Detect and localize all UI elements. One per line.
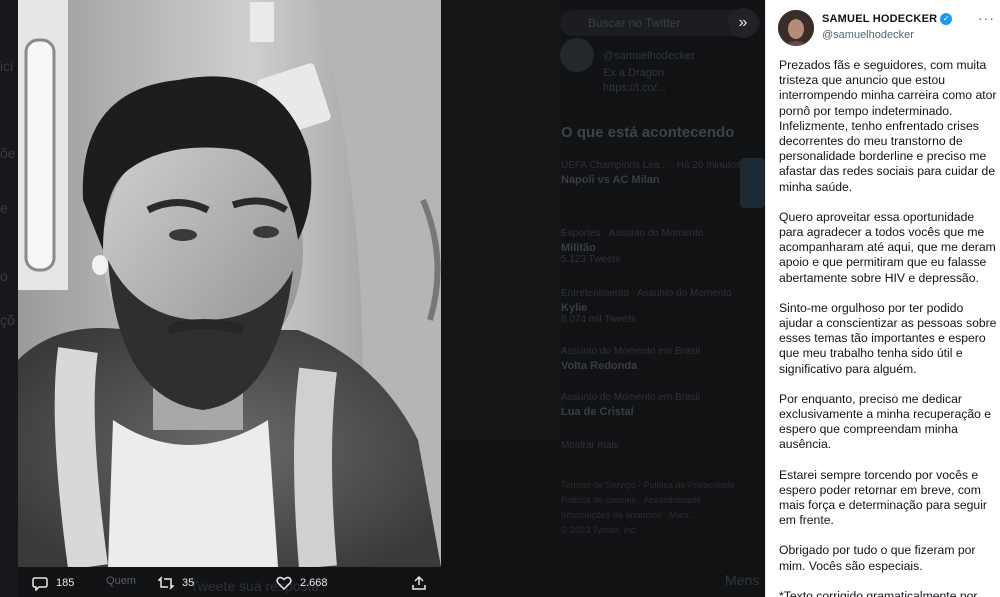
background-tweet-column [441,0,561,440]
share-button[interactable] [411,575,435,591]
tweet-photo[interactable] [18,0,441,567]
avatar[interactable] [778,10,814,46]
tweet-paragraph: Sinto-me orgulhoso por ter podido ajudar… [779,300,997,376]
background-nav-fragment: ici [0,58,14,74]
background-show-more: Mostrar mais [561,440,619,451]
tweet-paragraph: Prezados fãs e seguidores, com muita tri… [779,58,997,194]
background-trends-heading: O que está acontecendo [561,124,735,141]
retweet-button[interactable]: 35 [158,575,194,591]
tweet-paragraph: *Texto corrigido gramaticalmente por [779,588,978,597]
background-trend-item: Assunto do Momento em Brasil Lua de Crist… [561,392,700,418]
portrait-image [18,0,441,567]
expand-panel-button[interactable]: » [728,8,758,38]
like-count: 2.668 [300,577,328,589]
tweet-paragraph: Por enquanto, preciso me dedicar exclusi… [779,391,992,452]
background-left-nav [0,0,18,597]
tweet-text: Prezados fãs e seguidores, com muita tri… [779,58,999,597]
display-name[interactable]: SAMUEL HODECKER [822,13,937,25]
tweet-paragraph: Obrigado por tudo o que fizeram por mim.… [779,543,976,573]
tweet-detail-panel: SAMUEL HODECKER ✓ @samuelhodecker ··· Pr… [765,0,1000,597]
background-nav-fragment: o [0,268,8,284]
retweet-count: 35 [182,577,195,589]
author-name-row[interactable]: SAMUEL HODECKER ✓ [822,13,953,25]
retweet-icon [158,576,174,590]
heart-icon [276,576,292,591]
quote-label: Quem [106,575,136,587]
background-trend-item: UEFA Champions Lea... · Há 20 minutos Nap… [561,160,742,186]
reply-button[interactable]: 185 [32,575,74,591]
verified-badge-icon: ✓ [940,13,953,25]
background-trend-thumbnail [740,158,765,208]
chevrons-right-icon: » [738,14,748,31]
background-trend-item: Assunto do Momento em Brasil Volta Redond… [561,346,700,372]
share-icon [412,575,426,590]
background-trend-item: Entretenimento · Assunto do Momento Kylie… [561,288,732,325]
more-options-icon[interactable]: ··· [978,10,995,26]
background-profile-card: @samuelhodecker Ex a Dragon https://t.co… [603,50,695,94]
like-button[interactable]: 2.668 [276,575,328,591]
background-footer: Termos de Serviço · Política de Privacid… [561,480,736,535]
background-nav-fragment: e [0,200,8,216]
background-nav-fragment: õe [0,145,16,161]
tweet-action-bar: 185 Quem 35 2.668 [18,567,763,597]
background-nav-fragment: çõ [0,312,15,328]
tweet-paragraph: Estarei sempre torcendo por vocês e espe… [779,467,987,528]
tweet-paragraph: Quero aproveitar essa oportunidade para … [779,209,996,285]
reply-count: 185 [56,577,75,589]
username-handle[interactable]: @samuelhodecker [822,29,914,41]
reply-icon [32,577,48,591]
background-trend-item: Esportes · Assunto do Momento Militão 5.12… [561,228,704,265]
